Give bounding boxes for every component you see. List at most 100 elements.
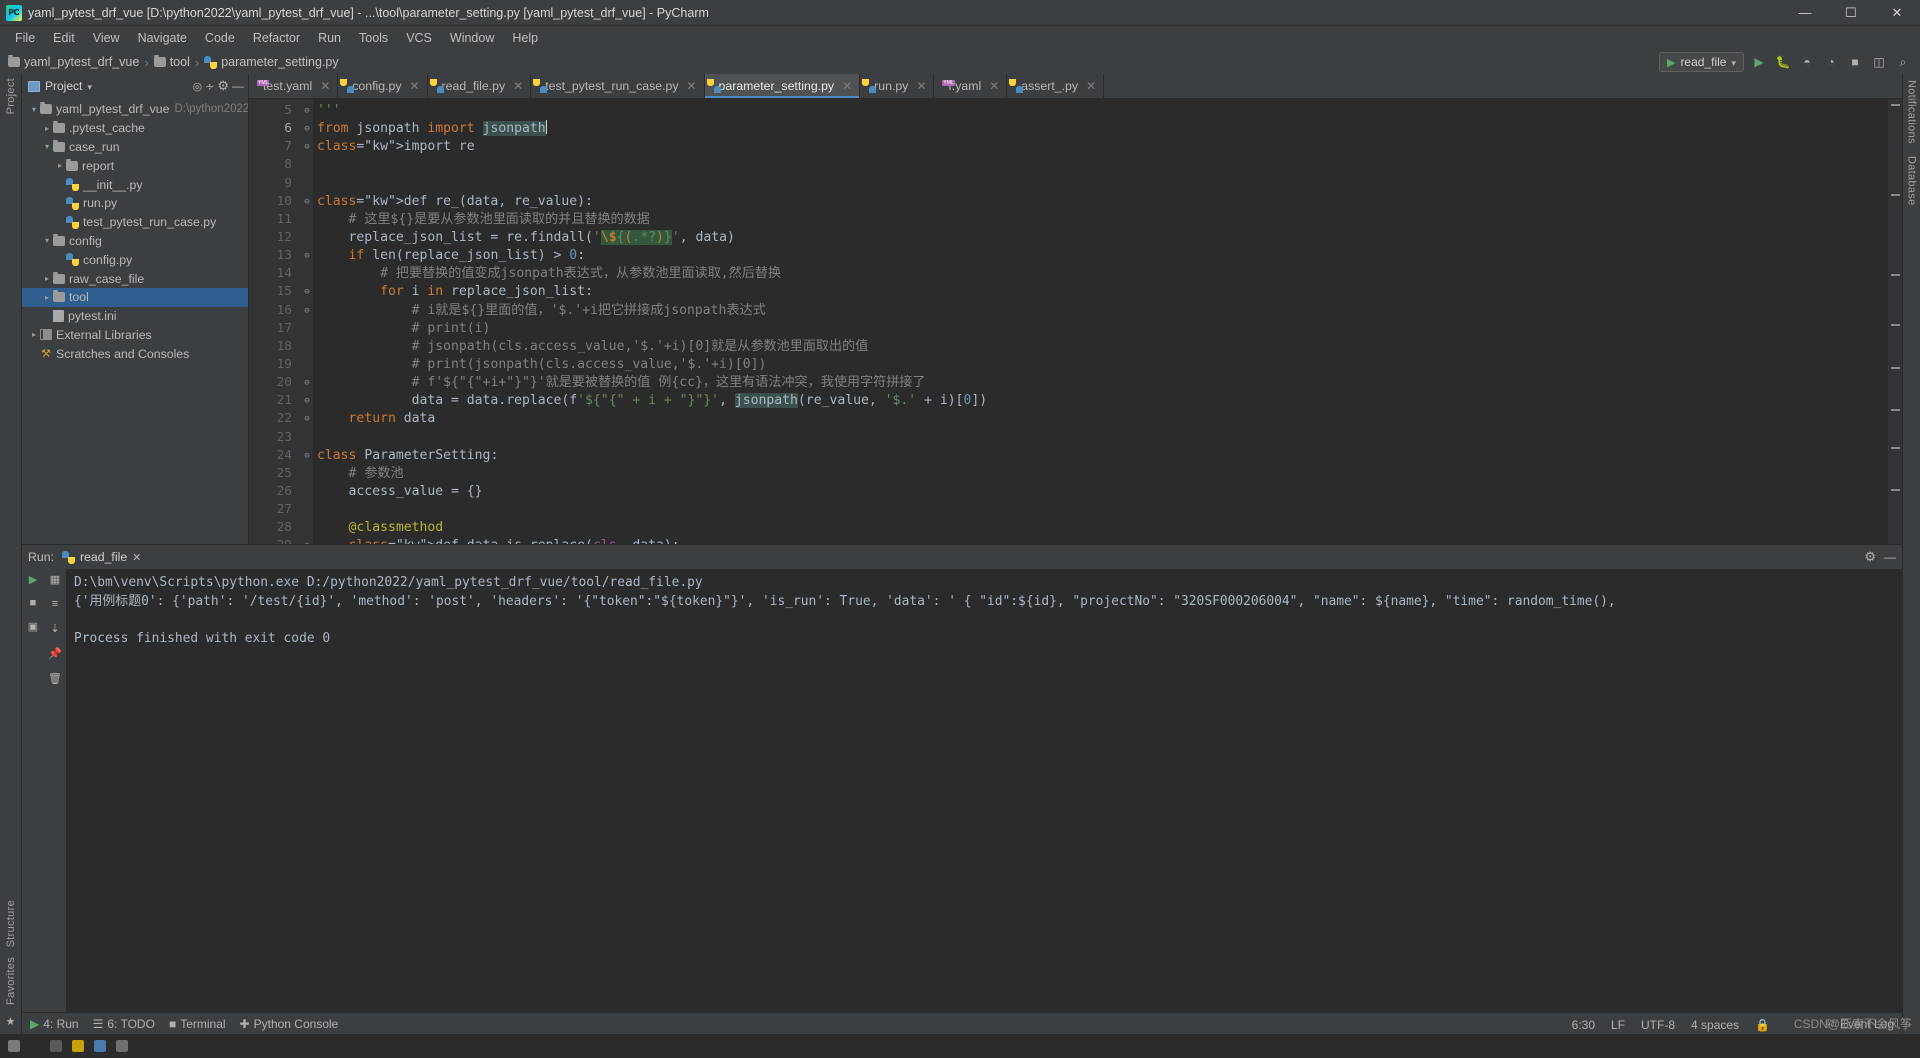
stop-button[interactable]: ■ — [1846, 53, 1864, 71]
fold-toggle-icon[interactable]: ⊖ — [301, 374, 313, 392]
fold-toggle-icon[interactable]: ⊖ — [301, 283, 313, 301]
tree-node-config[interactable]: ▾ config — [22, 232, 248, 251]
menu-vcs[interactable]: VCS — [397, 29, 441, 47]
pin-icon[interactable]: 📌 — [48, 647, 62, 660]
fold-toggle-icon[interactable]: ⊖ — [301, 392, 313, 410]
tree-node-run-py[interactable]: run.py — [22, 194, 248, 213]
code-line[interactable] — [317, 429, 1888, 447]
editor-tab-run-py[interactable]: run.py ✕ — [860, 74, 935, 98]
gear-icon[interactable] — [217, 77, 229, 95]
lock-icon[interactable]: 🔒 — [1755, 1018, 1770, 1032]
search-icon[interactable]: ⌕ — [1894, 53, 1912, 71]
menu-refactor[interactable]: Refactor — [244, 29, 309, 47]
code-line[interactable]: # print(jsonpath(cls.access_value,'$.'+i… — [317, 356, 1888, 374]
code-line[interactable]: for i in replace_json_list: — [317, 283, 1888, 301]
menu-code[interactable]: Code — [196, 29, 244, 47]
tree-node-yaml-pytest-drf-vue[interactable]: ▾ yaml_pytest_drf_vue D:\python2022\ — [22, 100, 248, 119]
code-line[interactable]: # print(i) — [317, 320, 1888, 338]
layout-button[interactable]: ◫ — [1870, 53, 1888, 71]
code-line[interactable] — [317, 501, 1888, 519]
code-line[interactable]: # 参数池 — [317, 465, 1888, 483]
maximize-button[interactable]: ☐ — [1828, 0, 1874, 26]
close-icon[interactable]: ✕ — [686, 79, 696, 93]
editor-tab-test-pytest-run-case-py[interactable]: test_pytest_run_case.py ✕ — [531, 74, 705, 98]
breadcrumb-item-tool[interactable]: tool — [139, 55, 190, 70]
collapse-all-icon[interactable]: ∻ — [205, 80, 214, 93]
tree-node-scratches-and-consoles[interactable]: ⚒ Scratches and Consoles — [22, 344, 248, 363]
menu-run[interactable]: Run — [309, 29, 350, 47]
code-line[interactable]: if len(replace_json_list) > 0: — [317, 247, 1888, 265]
editor-tab-f-yaml[interactable]: f.yaml ✕ — [934, 74, 1008, 98]
fold-toggle-icon[interactable]: ⊖ — [301, 537, 313, 544]
status-run[interactable]: ▶ 4: Run — [30, 1017, 79, 1031]
editor-tab-parameter-setting-py[interactable]: parameter_setting.py ✕ — [704, 74, 861, 98]
code-line[interactable]: return data — [317, 410, 1888, 428]
chevron-down-icon[interactable] — [87, 77, 92, 95]
hide-icon[interactable] — [1884, 548, 1896, 566]
tree-expand-arrow[interactable]: ▸ — [41, 293, 53, 302]
status-python-console[interactable]: ✚ Python Console — [240, 1017, 339, 1031]
menu-file[interactable]: File — [6, 29, 44, 47]
breadcrumb-item-file[interactable]: parameter_setting.py — [190, 55, 339, 70]
resume-icon[interactable]: ▣ — [28, 620, 38, 633]
file-encoding[interactable]: UTF-8 — [1641, 1018, 1675, 1032]
gear-icon[interactable] — [1864, 548, 1876, 566]
fold-toggle-icon[interactable]: ⊖ — [301, 247, 313, 265]
fold-toggle-icon[interactable]: ⊖ — [301, 410, 313, 428]
menu-tools[interactable]: Tools — [350, 29, 397, 47]
code-line[interactable]: # i就是${}里面的值，'$.'+i把它拼接成jsonpath表达式 — [317, 302, 1888, 320]
fold-toggle-icon[interactable]: ⊖ — [301, 447, 313, 465]
close-icon[interactable]: ✕ — [409, 79, 419, 93]
hide-icon[interactable] — [232, 77, 244, 95]
code-line[interactable]: # 这里${}是要从参数池里面读取的并且替换的数据 — [317, 211, 1888, 229]
code-editor[interactable]: 5 6 7 8 9 10 11 12 13 14 15 16 17 18 19 20 21 22 23 24 25 26 2… — [249, 99, 1902, 544]
fold-toggle-icon[interactable]: ⊖ — [301, 302, 313, 320]
tree-node-tool[interactable]: ▸ tool — [22, 287, 248, 307]
fold-toggle-icon[interactable]: ⊖ — [301, 102, 313, 120]
run-button[interactable]: ▶ — [1750, 53, 1768, 71]
scroll-to-end-icon[interactable]: ⇣ — [50, 622, 59, 635]
tree-expand-arrow[interactable]: ▾ — [41, 142, 53, 151]
run-tab-read-file[interactable]: read_file ✕ — [61, 550, 141, 564]
code-line[interactable]: data = data.replace(f'${"{" + i + "}"}',… — [317, 392, 1888, 410]
code-line[interactable]: from jsonpath import jsonpath — [317, 120, 1888, 138]
close-icon[interactable]: ✕ — [1086, 79, 1096, 93]
tree-node--init-py[interactable]: __init__.py — [22, 175, 248, 194]
tree-expand-arrow[interactable]: ▾ — [28, 105, 40, 114]
tree-node-raw-case-file[interactable]: ▸ raw_case_file — [22, 269, 248, 288]
editor-scroll-marks[interactable] — [1888, 99, 1902, 544]
line-separator[interactable]: LF — [1611, 1018, 1625, 1032]
indent-setting[interactable]: 4 spaces — [1691, 1018, 1739, 1032]
taskbar-app-3[interactable] — [94, 1040, 106, 1052]
code-line[interactable]: # 把要替换的值变成jsonpath表达式，从参数池里面读取,然后替换 — [317, 265, 1888, 283]
tree-node-config-py[interactable]: config.py — [22, 250, 248, 269]
close-button[interactable]: ✕ — [1874, 0, 1920, 26]
menu-view[interactable]: View — [84, 29, 129, 47]
tree-node-test-pytest-run-case-py[interactable]: test_pytest_run_case.py — [22, 213, 248, 232]
close-icon[interactable]: ✕ — [513, 79, 523, 93]
code-line[interactable]: access_value = {} — [317, 483, 1888, 501]
code-line[interactable]: class="kw">import re — [317, 138, 1888, 156]
tree-node--pytest-cache[interactable]: ▸ .pytest_cache — [22, 119, 248, 138]
taskbar-start-icon[interactable] — [8, 1040, 20, 1052]
taskbar-app-2[interactable] — [72, 1040, 84, 1052]
tool-stripe-favorites[interactable]: Favorites — [5, 957, 17, 1005]
tree-node-external-libraries[interactable]: ▸ External Libraries — [22, 326, 248, 345]
tree-node-case-run[interactable]: ▾ case_run — [22, 138, 248, 157]
close-icon[interactable]: ✕ — [989, 79, 999, 93]
tree-expand-arrow[interactable]: ▸ — [28, 330, 40, 339]
code-line[interactable]: # f'${"{"+i+"}"}'就是要被替换的值 例{cc}，这里有语法冲突，… — [317, 374, 1888, 392]
code-line[interactable] — [317, 156, 1888, 174]
tree-expand-arrow[interactable]: ▸ — [54, 161, 66, 170]
tool-stripe-notifications[interactable]: Notifications — [1906, 80, 1918, 144]
stop-icon[interactable]: ■ — [30, 597, 37, 609]
menu-help[interactable]: Help — [503, 29, 547, 47]
menu-edit[interactable]: Edit — [44, 29, 84, 47]
soft-wrap-icon[interactable]: ≡ — [52, 598, 58, 610]
tool-stripe-project[interactable]: Project — [5, 78, 17, 114]
trash-icon[interactable]: 🗑 — [48, 672, 62, 685]
editor-tab-assert-py[interactable]: assert_.py ✕ — [1007, 74, 1105, 98]
tree-node-report[interactable]: ▸ report — [22, 156, 248, 175]
editor-tab-config-py[interactable]: config.py ✕ — [338, 74, 428, 98]
fold-toggle-icon[interactable]: ⊖ — [301, 193, 313, 211]
